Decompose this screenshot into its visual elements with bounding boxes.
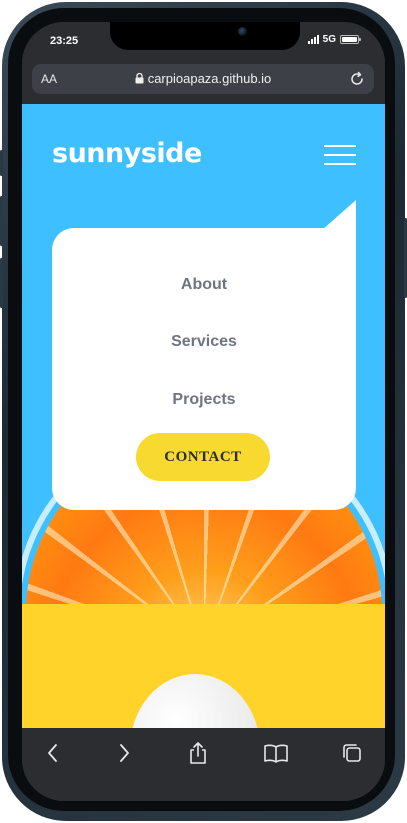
nav-item-about[interactable]: About (52, 276, 356, 294)
site-logo[interactable]: sunnyside (52, 138, 202, 169)
front-camera (238, 27, 247, 36)
nav-menu-arrow (322, 200, 356, 230)
share-button[interactable] (183, 740, 213, 766)
chevron-right-icon (120, 744, 129, 762)
share-icon (190, 742, 206, 764)
chevron-left-icon (48, 744, 57, 762)
network-label: 5G (322, 34, 336, 45)
status-time: 23:25 (50, 35, 79, 47)
back-button[interactable] (38, 740, 68, 766)
reload-icon[interactable] (348, 70, 366, 88)
address-bar[interactable]: AA carpioapaza.github.io (32, 64, 374, 94)
phone-side-button (0, 150, 3, 176)
tabs-button[interactable] (337, 740, 367, 766)
url-text: carpioapaza.github.io (147, 71, 272, 86)
nav-item-services[interactable]: Services (52, 333, 356, 351)
book-icon (264, 744, 288, 763)
browser-toolbar (22, 728, 385, 801)
web-page: sunnyside About Services Projects CONTAC… (22, 104, 385, 728)
forward-button[interactable] (109, 740, 139, 766)
phone-volume-up-button (0, 196, 3, 246)
status-bar: 23:25 5G (22, 22, 385, 62)
browser-address-area: AA carpioapaza.github.io (22, 62, 385, 104)
phone-screen: 23:25 5G AA carpioapaza.github.io sunnys… (22, 22, 385, 801)
battery-icon (340, 35, 361, 44)
tabs-icon (343, 744, 361, 762)
bookmarks-button[interactable] (261, 740, 291, 766)
hamburger-menu-icon[interactable] (324, 142, 356, 168)
lock-icon (135, 73, 144, 84)
nav-item-projects[interactable]: Projects (52, 391, 356, 409)
nav-menu: About Services Projects CONTACT (52, 228, 356, 510)
contact-button[interactable]: CONTACT (136, 433, 270, 481)
notch (110, 22, 300, 50)
status-indicators: 5G (307, 34, 361, 45)
phone-volume-down-button (0, 258, 3, 308)
url-display[interactable]: carpioapaza.github.io (32, 71, 374, 86)
signal-icon (307, 35, 319, 44)
